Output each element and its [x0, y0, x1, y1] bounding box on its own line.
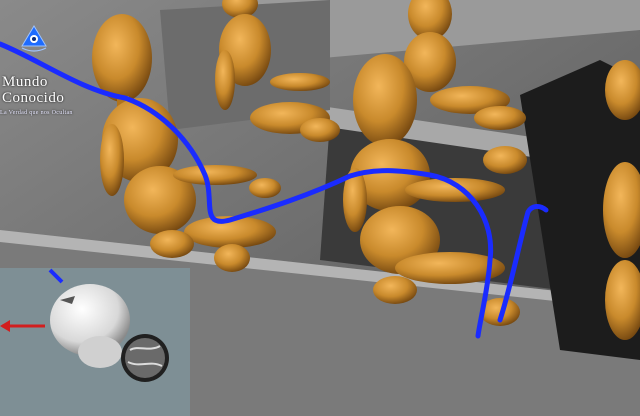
inset-brain-scan: [0, 268, 190, 416]
mannequin-right-edge: [603, 60, 640, 340]
logo-title-line1: Mundo: [2, 74, 48, 90]
logo-title: Mundo Conocido: [2, 74, 64, 106]
site-logo[interactable]: Mundo Conocido La Verdad que nos Ocultan: [0, 24, 120, 116]
screenshot-stage: Mundo Conocido La Verdad que nos Ocultan: [0, 0, 640, 416]
logo-title-line2: Conocido: [2, 90, 65, 106]
logo-tagline: La Verdad que nos Ocultan: [0, 110, 73, 116]
